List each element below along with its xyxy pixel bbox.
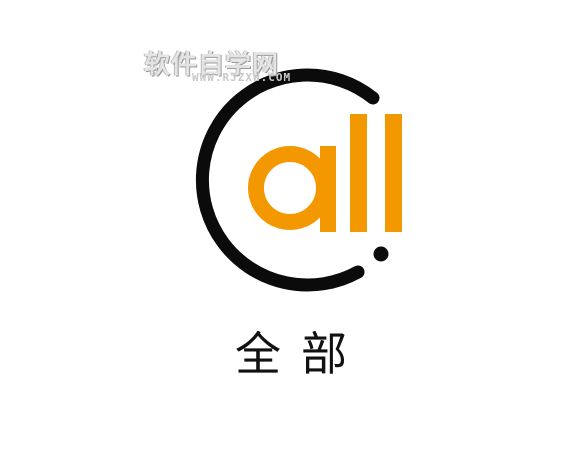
logo-letter-a-stem	[320, 146, 336, 232]
logo-dot	[373, 246, 389, 262]
logo-letter-l2	[385, 114, 402, 232]
logo-ring-arc	[195, 68, 380, 292]
caption-text: 全部	[235, 327, 367, 381]
watermark: 软件自学网 WWW.RJZXW.COM	[140, 44, 290, 90]
logo-letter-a-bowl	[248, 146, 332, 230]
call-all-logo	[195, 68, 402, 292]
watermark-url-text: WWW.RJZXW.COM	[192, 71, 292, 84]
logo-letter-l1	[350, 114, 367, 232]
